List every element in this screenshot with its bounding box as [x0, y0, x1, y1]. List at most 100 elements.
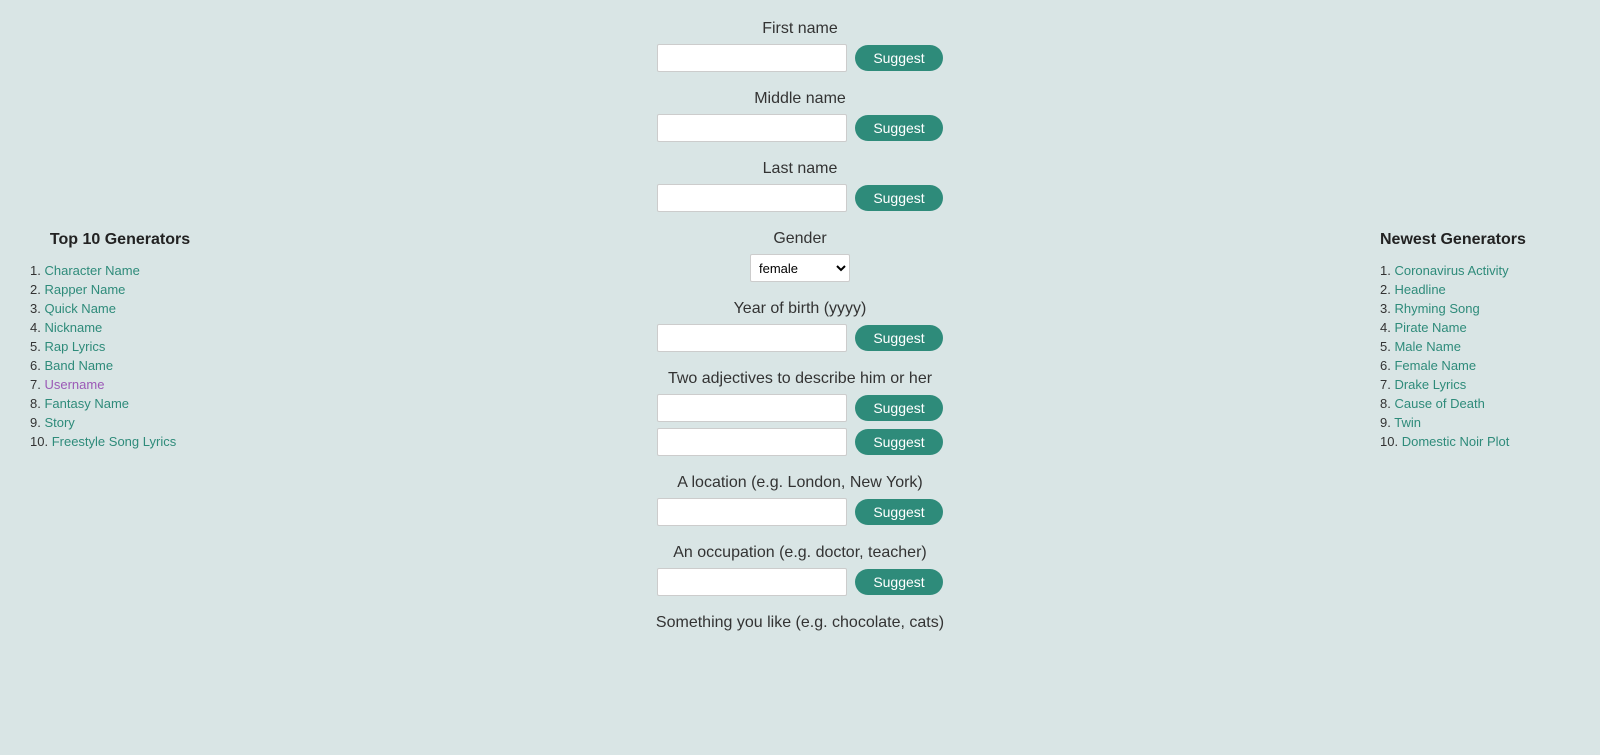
sidebar-item-rap-lyrics[interactable]: Rap Lyrics — [44, 339, 105, 354]
sidebar-right-list: 1. Coronavirus Activity 2. Headline 3. R… — [1380, 263, 1580, 449]
occupation-suggest-button[interactable]: Suggest — [855, 569, 942, 595]
year-label: Year of birth (yyyy) — [734, 300, 867, 318]
adjective2-input[interactable] — [657, 428, 847, 456]
list-item: 4. Pirate Name — [1380, 320, 1580, 335]
adjective1-row: Suggest — [657, 394, 942, 422]
list-num: 1. — [1380, 263, 1391, 278]
list-num: 6. — [1380, 358, 1391, 373]
adjective1-input[interactable] — [657, 394, 847, 422]
sidebar-item-quick-name[interactable]: Quick Name — [44, 301, 116, 316]
list-num: 8. — [1380, 396, 1391, 411]
sidebar-item-nickname[interactable]: Nickname — [44, 320, 102, 335]
middle-name-input[interactable] — [657, 114, 847, 142]
list-item: 9. Story — [30, 415, 210, 430]
sidebar-item-rapper-name[interactable]: Rapper Name — [44, 282, 125, 297]
middle-name-suggest-button[interactable]: Suggest — [855, 115, 942, 141]
sidebar-item-character-name[interactable]: Character Name — [44, 263, 139, 278]
sidebar-item-freestyle-song-lyrics[interactable]: Freestyle Song Lyrics — [52, 434, 177, 449]
first-name-suggest-button[interactable]: Suggest — [855, 45, 942, 71]
adjective1-suggest-button[interactable]: Suggest — [855, 395, 942, 421]
last-name-input[interactable] — [657, 184, 847, 212]
something-like-label: Something you like (e.g. chocolate, cats… — [656, 614, 944, 632]
list-item: 2. Headline — [1380, 282, 1580, 297]
sidebar-item-story[interactable]: Story — [44, 415, 74, 430]
location-group: A location (e.g. London, New York) Sugge… — [280, 474, 1320, 526]
list-item: 8. Cause of Death — [1380, 396, 1580, 411]
list-item: 4. Nickname — [30, 320, 210, 335]
sidebar-item-male-name[interactable]: Male Name — [1394, 339, 1460, 354]
list-item: 6. Female Name — [1380, 358, 1580, 373]
adjective2-suggest-button[interactable]: Suggest — [855, 429, 942, 455]
occupation-input-row: Suggest — [657, 568, 942, 596]
list-num: 4. — [30, 320, 41, 335]
sidebar-item-twin[interactable]: Twin — [1394, 415, 1421, 430]
sidebar-left: Top 10 Generators 1. Character Name 2. R… — [0, 0, 240, 755]
list-item: 3. Rhyming Song — [1380, 301, 1580, 316]
list-num: 2. — [1380, 282, 1391, 297]
middle-name-label: Middle name — [754, 90, 846, 108]
sidebar-item-cause-of-death[interactable]: Cause of Death — [1394, 396, 1484, 411]
first-name-input-row: Suggest — [657, 44, 942, 72]
year-input[interactable] — [657, 324, 847, 352]
last-name-input-row: Suggest — [657, 184, 942, 212]
adjective2-row: Suggest — [657, 428, 942, 456]
sidebar-item-rhyming-song[interactable]: Rhyming Song — [1394, 301, 1479, 316]
list-item: 3. Quick Name — [30, 301, 210, 316]
middle-name-group: Middle name Suggest — [280, 90, 1320, 142]
list-num: 7. — [30, 377, 41, 392]
list-num: 9. — [30, 415, 41, 430]
last-name-label: Last name — [763, 160, 838, 178]
sidebar-item-coronavirus-activity[interactable]: Coronavirus Activity — [1394, 263, 1508, 278]
last-name-group: Last name Suggest — [280, 160, 1320, 212]
last-name-suggest-button[interactable]: Suggest — [855, 185, 942, 211]
occupation-input[interactable] — [657, 568, 847, 596]
list-num: 9. — [1380, 415, 1391, 430]
adjectives-group: Two adjectives to describe him or her Su… — [280, 370, 1320, 456]
list-item: 2. Rapper Name — [30, 282, 210, 297]
list-item: 5. Rap Lyrics — [30, 339, 210, 354]
sidebar-item-headline[interactable]: Headline — [1394, 282, 1445, 297]
list-item: 5. Male Name — [1380, 339, 1580, 354]
list-num: 6. — [30, 358, 41, 373]
sidebar-item-fantasy-name[interactable]: Fantasy Name — [44, 396, 129, 411]
list-num: 1. — [30, 263, 41, 278]
first-name-input[interactable] — [657, 44, 847, 72]
list-num: 7. — [1380, 377, 1391, 392]
location-input[interactable] — [657, 498, 847, 526]
list-item: 10. Freestyle Song Lyrics — [30, 434, 210, 449]
list-item: 6. Band Name — [30, 358, 210, 373]
list-item: 1. Coronavirus Activity — [1380, 263, 1580, 278]
sidebar-right-title: Newest Generators — [1380, 230, 1580, 251]
sidebar-item-band-name[interactable]: Band Name — [44, 358, 113, 373]
sidebar-item-pirate-name[interactable]: Pirate Name — [1394, 320, 1466, 335]
location-suggest-button[interactable]: Suggest — [855, 499, 942, 525]
main-content: First name Suggest Middle name Suggest L… — [240, 0, 1360, 755]
sidebar-item-username[interactable]: Username — [44, 377, 104, 392]
sidebar-item-female-name[interactable]: Female Name — [1394, 358, 1476, 373]
list-num: 5. — [30, 339, 41, 354]
list-num: 10. — [30, 434, 48, 449]
list-item: 10. Domestic Noir Plot — [1380, 434, 1580, 449]
adjectives-inputs: Suggest Suggest — [280, 394, 1320, 456]
first-name-group: First name Suggest — [280, 20, 1320, 72]
sidebar-left-list: 1. Character Name 2. Rapper Name 3. Quic… — [30, 263, 210, 449]
list-item: 9. Twin — [1380, 415, 1580, 430]
location-input-row: Suggest — [657, 498, 942, 526]
year-group: Year of birth (yyyy) Suggest — [280, 300, 1320, 352]
sidebar-left-title: Top 10 Generators — [30, 230, 210, 251]
list-num: 3. — [30, 301, 41, 316]
list-num: 5. — [1380, 339, 1391, 354]
year-input-row: Suggest — [657, 324, 942, 352]
gender-select[interactable]: female male non-binary — [750, 254, 850, 282]
sidebar-item-drake-lyrics[interactable]: Drake Lyrics — [1394, 377, 1466, 392]
gender-label: Gender — [773, 230, 826, 248]
list-num: 10. — [1380, 434, 1398, 449]
year-suggest-button[interactable]: Suggest — [855, 325, 942, 351]
list-num: 3. — [1380, 301, 1391, 316]
list-num: 2. — [30, 282, 41, 297]
middle-name-input-row: Suggest — [657, 114, 942, 142]
list-num: 8. — [30, 396, 41, 411]
list-item: 7. Drake Lyrics — [1380, 377, 1580, 392]
sidebar-item-domestic-noir-plot[interactable]: Domestic Noir Plot — [1402, 434, 1510, 449]
first-name-label: First name — [762, 20, 838, 38]
